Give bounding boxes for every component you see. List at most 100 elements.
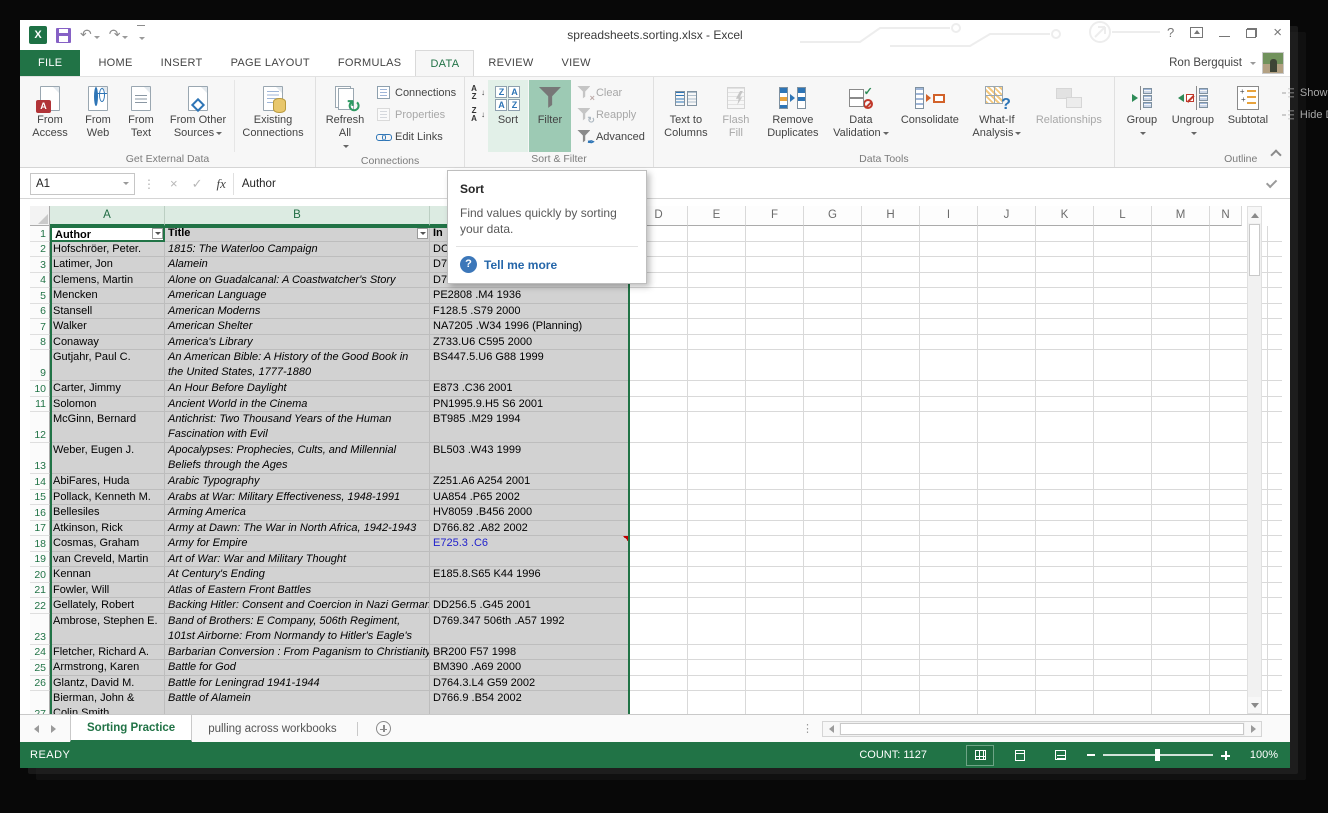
cell-title[interactable]: American Language (165, 288, 430, 304)
cell-author[interactable]: Gutjahr, Paul C. (50, 350, 165, 381)
cell-callnumber[interactable]: BR200 F57 1998 (430, 645, 630, 661)
from-text-button[interactable]: From Text (120, 80, 162, 152)
cell-callnumber[interactable]: HV8059 .B456 2000 (430, 505, 630, 521)
save-icon[interactable] (56, 28, 71, 43)
cell-author[interactable]: Walker (50, 319, 165, 335)
cell-callnumber[interactable]: Z251.A6 A254 2001 (430, 474, 630, 490)
empty-cells[interactable] (630, 242, 1282, 258)
row-number[interactable]: 3 (30, 257, 50, 273)
column-header-B[interactable]: B (165, 206, 430, 226)
cell-callnumber[interactable]: Z733.U6 C595 2000 (430, 335, 630, 351)
empty-cells[interactable] (630, 645, 1282, 661)
ribbon-tab-formulas[interactable]: FORMULAS (324, 50, 416, 76)
zoom-percent[interactable]: 100% (1244, 749, 1278, 761)
redo-button[interactable]: ↷ (109, 26, 129, 44)
empty-cells[interactable] (630, 660, 1282, 676)
cell-title[interactable]: Alone on Guadalcanal: A Coastwatcher's S… (165, 273, 430, 289)
row-number[interactable]: 14 (30, 474, 50, 490)
ribbon-tab-insert[interactable]: INSERT (147, 50, 217, 76)
cell-callnumber[interactable]: E725.3 .C6 (430, 536, 630, 552)
cell-author[interactable]: van Creveld, Martin (50, 552, 165, 568)
next-sheet-icon[interactable] (51, 725, 56, 733)
empty-cells[interactable] (630, 443, 1282, 474)
horizontal-scroll-thumb[interactable] (840, 723, 1244, 735)
filter-dropdown-icon[interactable] (417, 228, 428, 239)
empty-cells[interactable] (630, 536, 1282, 552)
connections-button[interactable]: Connections (371, 82, 460, 103)
group-button[interactable]: Group (1119, 80, 1165, 152)
cell-callnumber[interactable]: D766.82 .A82 2002 (430, 521, 630, 537)
cell-author[interactable]: Glantz, David M. (50, 676, 165, 692)
ribbon-tab-file[interactable]: FILE (20, 50, 80, 76)
minimize-icon[interactable] (1219, 28, 1230, 38)
normal-view-button[interactable] (967, 746, 993, 765)
tell-me-more-link[interactable]: Tell me more (460, 256, 634, 273)
scroll-left-icon[interactable] (823, 722, 839, 736)
sort-button[interactable]: ZAAZ Sort (488, 80, 528, 152)
remove-duplicates-button[interactable]: Remove Duplicates (758, 80, 828, 152)
formula-bar-splitter[interactable]: ⋮ (143, 177, 155, 191)
cell-title[interactable]: Arming America (165, 505, 430, 521)
column-header-N[interactable]: N (1210, 206, 1242, 226)
empty-cells[interactable] (630, 273, 1282, 289)
row-number[interactable]: 5 (30, 288, 50, 304)
cell-title[interactable]: Army for Empire (165, 536, 430, 552)
vertical-scroll-track[interactable] (1248, 277, 1261, 697)
row-number[interactable]: 25 (30, 660, 50, 676)
cell-title[interactable]: Battle of Alamein (165, 691, 430, 714)
cell-author[interactable]: Carter, Jimmy (50, 381, 165, 397)
help-icon[interactable]: ? (1167, 25, 1174, 40)
cell-title[interactable]: Ancient World in the Cinema (165, 397, 430, 413)
cancel-icon[interactable]: × (170, 176, 178, 191)
sort-a-to-z-button[interactable]: AZ↓ (469, 82, 487, 103)
formula-input[interactable]: Author (233, 173, 1256, 195)
cell-author[interactable]: Bellesiles (50, 505, 165, 521)
cell-author[interactable]: Stansell (50, 304, 165, 320)
cell-title[interactable]: Battle for God (165, 660, 430, 676)
row-number[interactable]: 7 (30, 319, 50, 335)
vertical-scroll-thumb[interactable] (1249, 224, 1260, 276)
cell-title[interactable]: Antichrist: Two Thousand Years of the Hu… (165, 412, 430, 443)
ribbon-display-icon[interactable] (1190, 27, 1203, 38)
avatar[interactable] (1262, 52, 1284, 74)
enter-icon[interactable]: ✓ (192, 176, 203, 192)
cell-author[interactable]: Atkinson, Rick (50, 521, 165, 537)
cell-callnumber[interactable]: D766.9 .B54 2002 (430, 691, 630, 714)
cell-title[interactable]: Alamein (165, 257, 430, 273)
row-number[interactable]: 2 (30, 242, 50, 258)
cell-title-header[interactable]: Title (165, 226, 430, 242)
show-detail-button[interactable]: Show Detail (1276, 82, 1328, 103)
relationships-button[interactable]: Relationships (1028, 80, 1110, 152)
cell-title[interactable]: Barbarian Conversion : From Paganism to … (165, 645, 430, 661)
cell-callnumber[interactable]: BM390 .A69 2000 (430, 660, 630, 676)
cell-author[interactable]: Kennan (50, 567, 165, 583)
column-header-I[interactable]: I (920, 206, 978, 226)
column-header-J[interactable]: J (978, 206, 1036, 226)
cell-title[interactable]: American Moderns (165, 304, 430, 320)
cell-title[interactable]: 1815: The Waterloo Campaign (165, 242, 430, 258)
clear-filter-button[interactable]: Clear (572, 82, 649, 103)
cell-author[interactable]: Mencken (50, 288, 165, 304)
cell-author[interactable]: Fowler, Will (50, 583, 165, 599)
cell-author[interactable]: Latimer, Jon (50, 257, 165, 273)
from-web-button[interactable]: From Web (77, 80, 119, 152)
vertical-scrollbar[interactable] (1247, 206, 1262, 714)
close-icon[interactable]: × (1273, 24, 1282, 41)
scroll-down-icon[interactable] (1248, 697, 1261, 713)
cell-author[interactable]: Pollack, Kenneth M. (50, 490, 165, 506)
row-number[interactable]: 6 (30, 304, 50, 320)
cell-title[interactable]: An Hour Before Daylight (165, 381, 430, 397)
cell-callnumber[interactable]: PN1995.9.H5 S6 2001 (430, 397, 630, 413)
what-if-analysis-button[interactable]: What-If Analysis (967, 80, 1027, 152)
cell-title[interactable]: Atlas of Eastern Front Battles (165, 583, 430, 599)
row-number[interactable]: 26 (30, 676, 50, 692)
empty-cells[interactable] (630, 257, 1282, 273)
qat-customize-button[interactable] (137, 25, 145, 45)
restore-icon[interactable] (1246, 28, 1257, 38)
column-header-L[interactable]: L (1094, 206, 1152, 226)
row-number[interactable]: 1 (30, 226, 50, 242)
zoom-slider[interactable] (1103, 754, 1213, 756)
flash-fill-button[interactable]: Flash Fill (715, 80, 757, 152)
column-header-A[interactable]: A (50, 206, 165, 226)
prev-sheet-icon[interactable] (34, 725, 39, 733)
